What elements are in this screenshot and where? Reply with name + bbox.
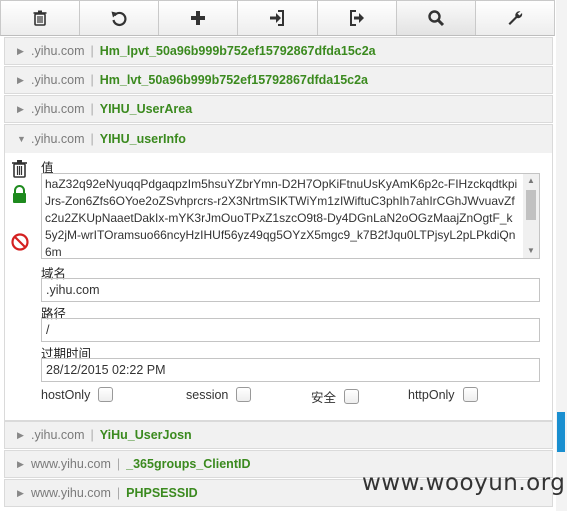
delete-cookie-button[interactable] [11,159,28,181]
watermark: www.wooyun.org [362,470,566,496]
separator: | [116,486,121,500]
cookie-row[interactable]: ▶ .yihu.com | Hm_lvt_50a96b999b752ef1579… [4,66,553,94]
add-cookie-button[interactable] [159,1,239,35]
session-label: session [186,387,229,402]
cookie-domain: www.yihu.com [31,486,111,500]
cookie-domain: .yihu.com [31,132,85,146]
cookie-detail-panel: 值 haZ32q92eNyuqqPdgaqpzIm5hsuYZbrYmn-D2H… [4,153,553,421]
flags-row: hostOnly session 安全 httpOnly [41,387,541,407]
cookie-name: YiHu_UserJosn [99,428,192,442]
secure-label: 安全 [311,391,337,405]
host-only-label: hostOnly [41,387,91,402]
cookie-domain: .yihu.com [31,73,85,87]
delete-all-button[interactable] [1,1,81,35]
expand-arrow-icon[interactable]: ▶ [17,46,31,57]
cookie-row[interactable]: ▶ .yihu.com | YIHU_UserArea [4,95,553,123]
block-icon [11,233,29,251]
scroll-down-icon[interactable]: ▼ [523,244,539,258]
import-button[interactable] [238,1,318,35]
scroll-thumb[interactable] [526,190,536,220]
expand-arrow-icon[interactable]: ▶ [17,104,31,115]
host-only-option[interactable]: hostOnly [41,387,114,402]
http-only-label: httpOnly [408,387,455,402]
trash-icon [12,160,27,178]
http-only-option[interactable]: httpOnly [408,387,478,402]
session-checkbox[interactable] [236,387,252,402]
cookie-name: YIHU_userInfo [99,132,186,146]
separator: | [90,428,94,442]
value-text[interactable]: haZ32q92eNyuqqPdgaqpzIm5hsuYZbrYmn-D2H7O… [45,177,517,258]
protect-cookie-button[interactable] [11,185,28,207]
http-only-checkbox[interactable] [462,387,478,402]
separator: | [90,132,94,146]
cookie-name: Hm_lvt_50a96b999b752ef15792867dfda15c2a [99,73,368,87]
separator: | [90,73,94,87]
trash-icon [33,10,47,26]
expand-arrow-icon[interactable]: ▶ [17,488,31,499]
lock-icon [13,185,26,203]
path-field[interactable]: / [41,318,540,342]
host-only-checkbox[interactable] [98,387,114,402]
search-icon [428,10,444,27]
export-icon [349,10,364,26]
settings-button[interactable] [476,1,554,35]
cookie-name: PHPSESSID [126,486,198,500]
side-tab[interactable] [557,412,565,452]
wrench-icon [508,11,523,25]
cookie-name: Hm_lpvt_50a96b999b752ef15792867dfda15c2a [99,44,376,58]
separator: | [116,457,121,471]
secure-option[interactable]: 安全 [311,387,360,406]
plus-icon [191,11,206,25]
separator: | [90,44,94,58]
cookie-row-expanded[interactable]: ▼ .yihu.com | YIHU_userInfo [4,124,553,154]
import-icon [270,10,285,26]
cookie-row[interactable]: ▶ .yihu.com | YiHu_UserJosn [4,421,553,449]
undo-icon [111,11,127,27]
secure-checkbox[interactable] [344,389,360,404]
cookie-name: _365groups_ClientID [126,457,251,471]
domain-field[interactable]: .yihu.com [41,278,540,302]
block-cookie-button[interactable] [11,233,29,254]
expand-arrow-icon[interactable]: ▶ [17,459,31,470]
expand-arrow-icon[interactable]: ▶ [17,430,31,441]
scroll-up-icon[interactable]: ▲ [523,174,539,188]
undo-button[interactable] [80,1,160,35]
toolbar [0,0,555,36]
expand-arrow-icon[interactable]: ▶ [17,75,31,86]
value-textarea[interactable]: haZ32q92eNyuqqPdgaqpzIm5hsuYZbrYmn-D2H7O… [41,173,540,259]
collapse-arrow-icon[interactable]: ▼ [17,134,31,144]
search-button[interactable] [396,1,476,35]
cookie-domain: .yihu.com [31,428,85,442]
cookie-row[interactable]: ▶ .yihu.com | Hm_lpvt_50a96b999b752ef157… [4,37,553,65]
textarea-scrollbar[interactable]: ▲ ▼ [523,174,539,258]
expires-field[interactable]: 28/12/2015 02:22 PM [41,358,540,382]
cookie-domain: .yihu.com [31,102,85,116]
session-option[interactable]: session [186,387,252,402]
cookie-name: YIHU_UserArea [99,102,193,116]
cookie-domain: .yihu.com [31,44,85,58]
export-button[interactable] [318,1,397,35]
separator: | [90,102,94,116]
cookie-domain: www.yihu.com [31,457,111,471]
